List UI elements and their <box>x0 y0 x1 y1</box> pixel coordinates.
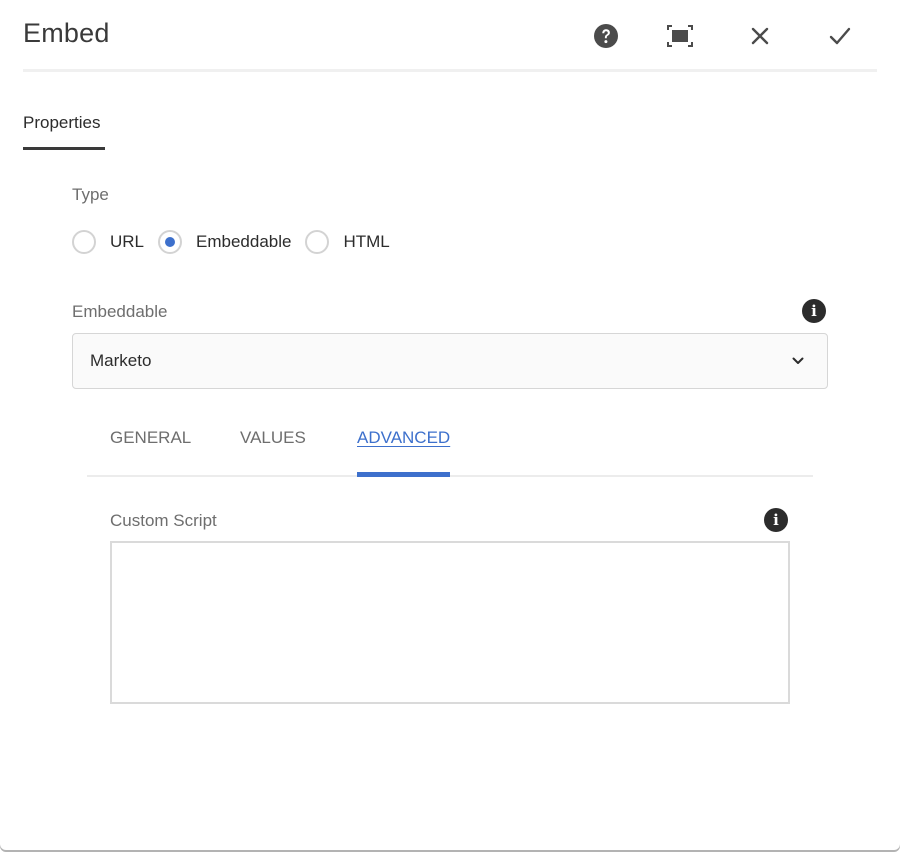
embed-dialog: Embed Properties Type URL Embeddable HTM… <box>0 0 900 850</box>
embeddable-select[interactable]: Marketo <box>72 333 828 389</box>
fullscreen-icon <box>667 25 693 47</box>
subtab-divider <box>87 475 813 477</box>
embeddable-label: Embeddable <box>72 302 168 321</box>
tab-properties-indicator <box>23 147 105 150</box>
subtab-values[interactable]: VALUES <box>240 428 306 448</box>
radio-url[interactable] <box>72 230 96 254</box>
tab-properties[interactable]: Properties <box>23 113 100 133</box>
radio-embeddable[interactable] <box>158 230 183 254</box>
custom-script-label: Custom Script <box>110 511 217 530</box>
done-button[interactable] <box>824 20 856 52</box>
radio-embeddable-label: Embeddable <box>196 232 292 251</box>
info-icon[interactable]: i <box>764 508 788 532</box>
chevron-down-icon <box>792 357 804 364</box>
subtab-active-indicator <box>357 472 450 477</box>
help-icon <box>594 24 618 48</box>
help-button[interactable] <box>590 20 622 52</box>
subtab-general[interactable]: GENERAL <box>110 428 191 448</box>
subtab-advanced[interactable]: ADVANCED <box>357 428 450 448</box>
header-divider <box>23 69 877 72</box>
close-button[interactable] <box>744 20 776 52</box>
type-radio-group: URL Embeddable HTML <box>72 230 404 254</box>
radio-html[interactable] <box>305 230 330 254</box>
fullscreen-button[interactable] <box>664 20 696 52</box>
radio-url-label: URL <box>110 232 145 251</box>
radio-html-label: HTML <box>343 232 390 251</box>
type-label: Type <box>72 185 109 204</box>
dialog-title: Embed <box>23 18 110 48</box>
radio-selected-dot <box>165 237 176 247</box>
custom-script-textarea[interactable] <box>110 541 790 704</box>
checkmark-icon <box>829 27 851 45</box>
info-icon[interactable]: i <box>802 299 826 323</box>
close-icon <box>751 27 769 45</box>
embeddable-select-value: Marketo <box>90 351 152 370</box>
